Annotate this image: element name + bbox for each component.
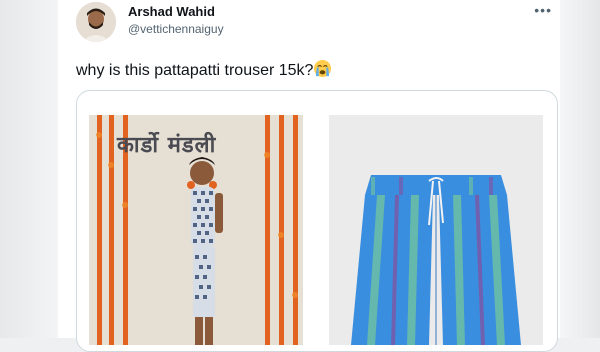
avatar-image <box>76 2 116 42</box>
avatar[interactable] <box>76 2 116 42</box>
media-image-left[interactable]: कार्डो मंडली <box>89 115 303 345</box>
tweet-card[interactable]: Arshad Wahid @vettichennaiguy ••• why is… <box>58 0 560 352</box>
media-image-right[interactable] <box>329 115 543 345</box>
more-horizontal-icon[interactable]: ••• <box>534 2 552 18</box>
tweet-text: why is this pattapatti trouser 15k? <box>76 59 332 80</box>
shorts-photo <box>329 115 543 345</box>
tweet-text-content: why is this pattapatti trouser 15k? <box>76 62 314 79</box>
author-name[interactable]: Arshad Wahid <box>128 4 215 19</box>
author-handle[interactable]: @vettichennaiguy <box>128 22 224 36</box>
page-background-left <box>0 0 58 338</box>
banner-text: कार्डो मंडली <box>117 133 217 158</box>
loudly-crying-face-icon <box>314 59 332 78</box>
media-container[interactable]: कार्डो मंडली <box>76 90 558 352</box>
page-background-right <box>560 0 600 338</box>
